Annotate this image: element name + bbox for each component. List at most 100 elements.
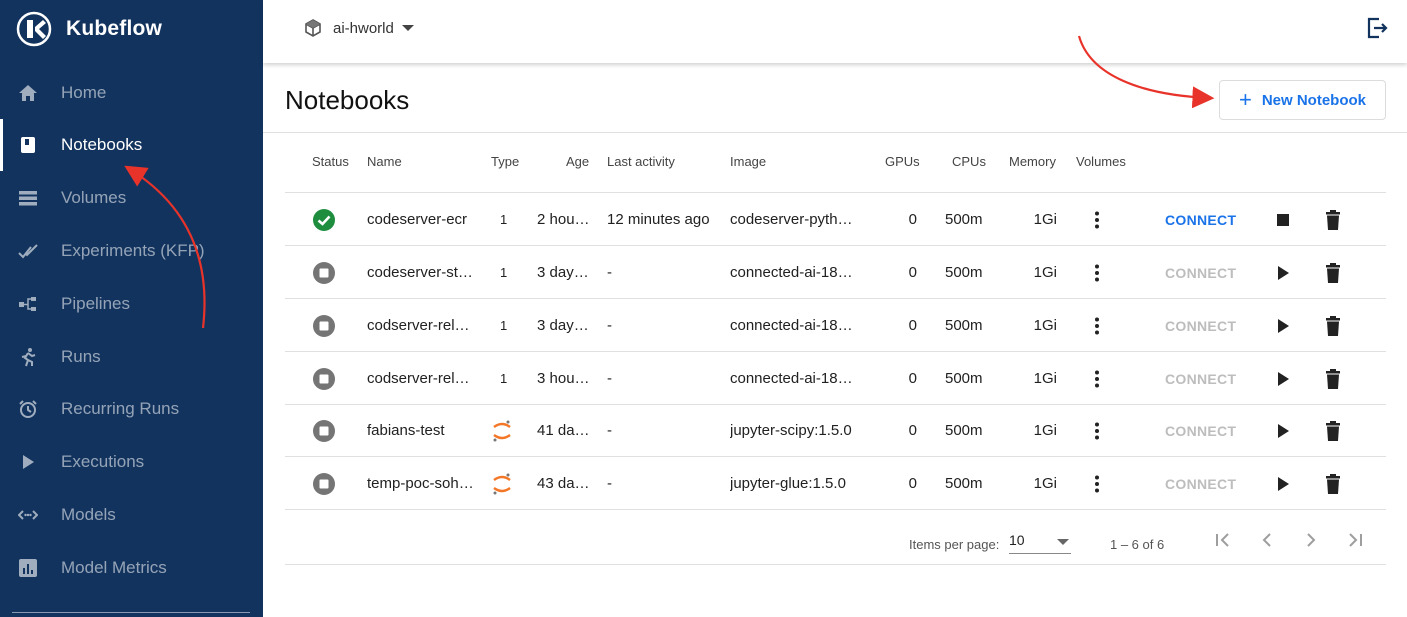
sidebar-item-notebooks[interactable]: Notebooks [0, 119, 263, 171]
more-vert-icon[interactable] [1087, 246, 1107, 299]
last-page-button[interactable] [1341, 526, 1369, 554]
items-per-page-select[interactable]: 10 [1009, 526, 1071, 554]
sidebar-item-label: Model Metrics [61, 558, 167, 577]
sidebar-item-executions[interactable]: Executions [0, 436, 263, 488]
namespace-label: ai-hworld [333, 19, 394, 37]
sidebar-item-model-metrics[interactable]: Model Metrics [0, 542, 263, 594]
sidebar-item-label: Experiments (KFP) [61, 241, 205, 260]
app-name: Kubeflow [66, 17, 163, 40]
new-notebook-button[interactable]: + New Notebook [1219, 80, 1386, 120]
stop-icon[interactable] [1273, 193, 1293, 246]
divider [285, 564, 1386, 565]
sidebar-item-runs[interactable]: Runs [0, 331, 263, 383]
column-header-volumes[interactable]: Volumes [1076, 154, 1126, 169]
column-header-age[interactable]: Age [566, 154, 589, 169]
connect-button[interactable]: CONNECT [1165, 352, 1245, 405]
notebook-type: 1 [500, 212, 508, 227]
sidebar-item-models[interactable]: Models [0, 489, 263, 541]
sidebar-item-recurring-runs[interactable]: Recurring Runs [0, 383, 263, 435]
first-page-icon [1216, 533, 1229, 547]
notebook-cpus: 500m [945, 370, 983, 387]
items-per-page-value: 10 [1009, 532, 1025, 548]
status-stopped-icon [312, 404, 336, 457]
delete-icon[interactable] [1323, 352, 1343, 405]
status-stopped-icon [312, 246, 336, 299]
table-row: codeserver-st… 1 3 day… - connected-ai-18… 0 5… [285, 246, 1386, 299]
notebook-image: connected-ai-18… [730, 317, 853, 334]
jupyter-logo-icon [491, 457, 515, 510]
status-stopped-icon [312, 299, 336, 352]
models-icon [18, 505, 38, 525]
status-stopped-icon [312, 457, 336, 510]
play-icon[interactable] [1273, 457, 1293, 510]
play-icon [18, 452, 38, 472]
notebook-type: 1 [500, 265, 508, 280]
notebook-memory: 1Gi [1033, 264, 1057, 281]
table-row: fabians-test 41 da… - jupyter-scipy:1.5.0 0 5… [285, 404, 1386, 457]
connect-button[interactable]: CONNECT [1165, 246, 1245, 299]
more-vert-icon[interactable] [1087, 457, 1107, 510]
next-page-button[interactable] [1297, 526, 1325, 554]
home-icon [18, 83, 38, 103]
column-header-memory[interactable]: Memory [1009, 154, 1056, 169]
notebook-cpus: 500m [945, 264, 983, 281]
page-title: Notebooks [285, 85, 410, 115]
column-header-cpus[interactable]: CPUs [952, 154, 986, 169]
column-header-name[interactable]: Name [367, 154, 402, 169]
notebook-gpus: 0 [908, 317, 917, 334]
chevron-down-icon [1057, 539, 1069, 545]
connect-button[interactable]: CONNECT [1165, 404, 1245, 457]
more-vert-icon[interactable] [1087, 352, 1107, 405]
notebook-age: 3 hou… [537, 370, 589, 387]
notebook-name: codeserver-ecr [367, 211, 468, 228]
jupyter-logo-icon [491, 404, 515, 457]
sidebar-item-home[interactable]: Home [0, 67, 263, 119]
play-icon[interactable] [1273, 246, 1293, 299]
column-header-image[interactable]: Image [730, 154, 766, 169]
notebook-gpus: 0 [908, 264, 917, 281]
notebook-age: 43 da… [537, 475, 589, 492]
connect-button[interactable]: CONNECT [1165, 193, 1245, 246]
table-row: temp-poc-soh… 43 da… - jupyter-glue:1.5.0 0 5… [285, 457, 1386, 510]
sidebar-item-label: Volumes [61, 188, 127, 207]
more-vert-icon[interactable] [1087, 404, 1107, 457]
main-content: Notebooks + New Notebook Status Name Typ… [263, 63, 1407, 617]
column-header-type[interactable]: Type [491, 154, 519, 169]
play-icon[interactable] [1273, 352, 1293, 405]
delete-icon[interactable] [1323, 299, 1343, 352]
connect-button[interactable]: CONNECT [1165, 457, 1245, 510]
delete-icon[interactable] [1323, 193, 1343, 246]
delete-icon[interactable] [1323, 246, 1343, 299]
chevron-left-icon [1262, 533, 1271, 547]
notebook-last-activity: - [607, 475, 612, 492]
previous-page-button[interactable] [1253, 526, 1281, 554]
table-row: codeserver-ecr 1 2 hou… 12 minutes ago codes… [285, 193, 1386, 246]
sidebar-item-label: Pipelines [61, 294, 130, 313]
sidebar-item-experiments[interactable]: Experiments (KFP) [0, 225, 263, 277]
play-icon[interactable] [1273, 404, 1293, 457]
brand[interactable]: Kubeflow [16, 10, 162, 48]
column-header-status[interactable]: Status [312, 154, 349, 169]
notebook-name: codeserver-st… [367, 264, 473, 281]
delete-icon[interactable] [1323, 404, 1343, 457]
status-running-icon [312, 193, 336, 246]
status-stopped-icon [312, 352, 336, 405]
logout-icon[interactable] [1365, 16, 1389, 40]
metrics-icon [18, 558, 38, 578]
more-vert-icon[interactable] [1087, 299, 1107, 352]
delete-icon[interactable] [1323, 457, 1343, 510]
notebook-gpus: 0 [908, 475, 917, 492]
connect-button[interactable]: CONNECT [1165, 299, 1245, 352]
experiments-icon [18, 241, 38, 261]
column-header-gpus[interactable]: GPUs [885, 154, 920, 169]
table-row: codserver-rel… 1 3 hou… - connected-ai-18… 0 5… [285, 352, 1386, 405]
sidebar-item-pipelines[interactable]: Pipelines [0, 278, 263, 330]
play-icon[interactable] [1273, 299, 1293, 352]
column-header-last-activity[interactable]: Last activity [607, 154, 675, 169]
notebook-age: 2 hou… [537, 211, 589, 228]
more-vert-icon[interactable] [1087, 193, 1107, 246]
notebook-cpus: 500m [945, 422, 983, 439]
namespace-selector[interactable]: ai-hworld [303, 16, 414, 40]
sidebar-item-volumes[interactable]: Volumes [0, 172, 263, 224]
first-page-button[interactable] [1209, 526, 1237, 554]
